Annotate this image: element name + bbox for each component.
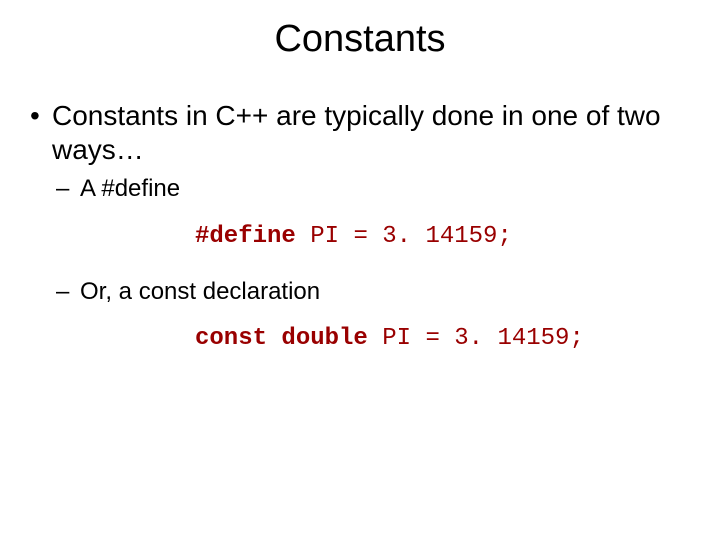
slide: Constants Constants in C++ are typically… <box>0 0 720 540</box>
bullet-level2: A #define <box>52 173 690 204</box>
code-rest: PI = 3. 14159; <box>368 325 584 352</box>
bullet-level1: Constants in C++ are typically done in o… <box>30 99 690 167</box>
code-rest: PI = 3. 14159; <box>296 223 512 250</box>
code-line-2: const double PI = 3. 14159; <box>30 325 690 352</box>
bullet-level2: Or, a const declaration <box>52 276 690 307</box>
code-keyword: #define <box>195 223 296 250</box>
code-line-1: #define PI = 3. 14159; <box>30 223 690 250</box>
slide-title: Constants <box>0 0 720 71</box>
code-keyword: const double <box>195 325 368 352</box>
slide-body: Constants in C++ are typically done in o… <box>0 71 720 352</box>
